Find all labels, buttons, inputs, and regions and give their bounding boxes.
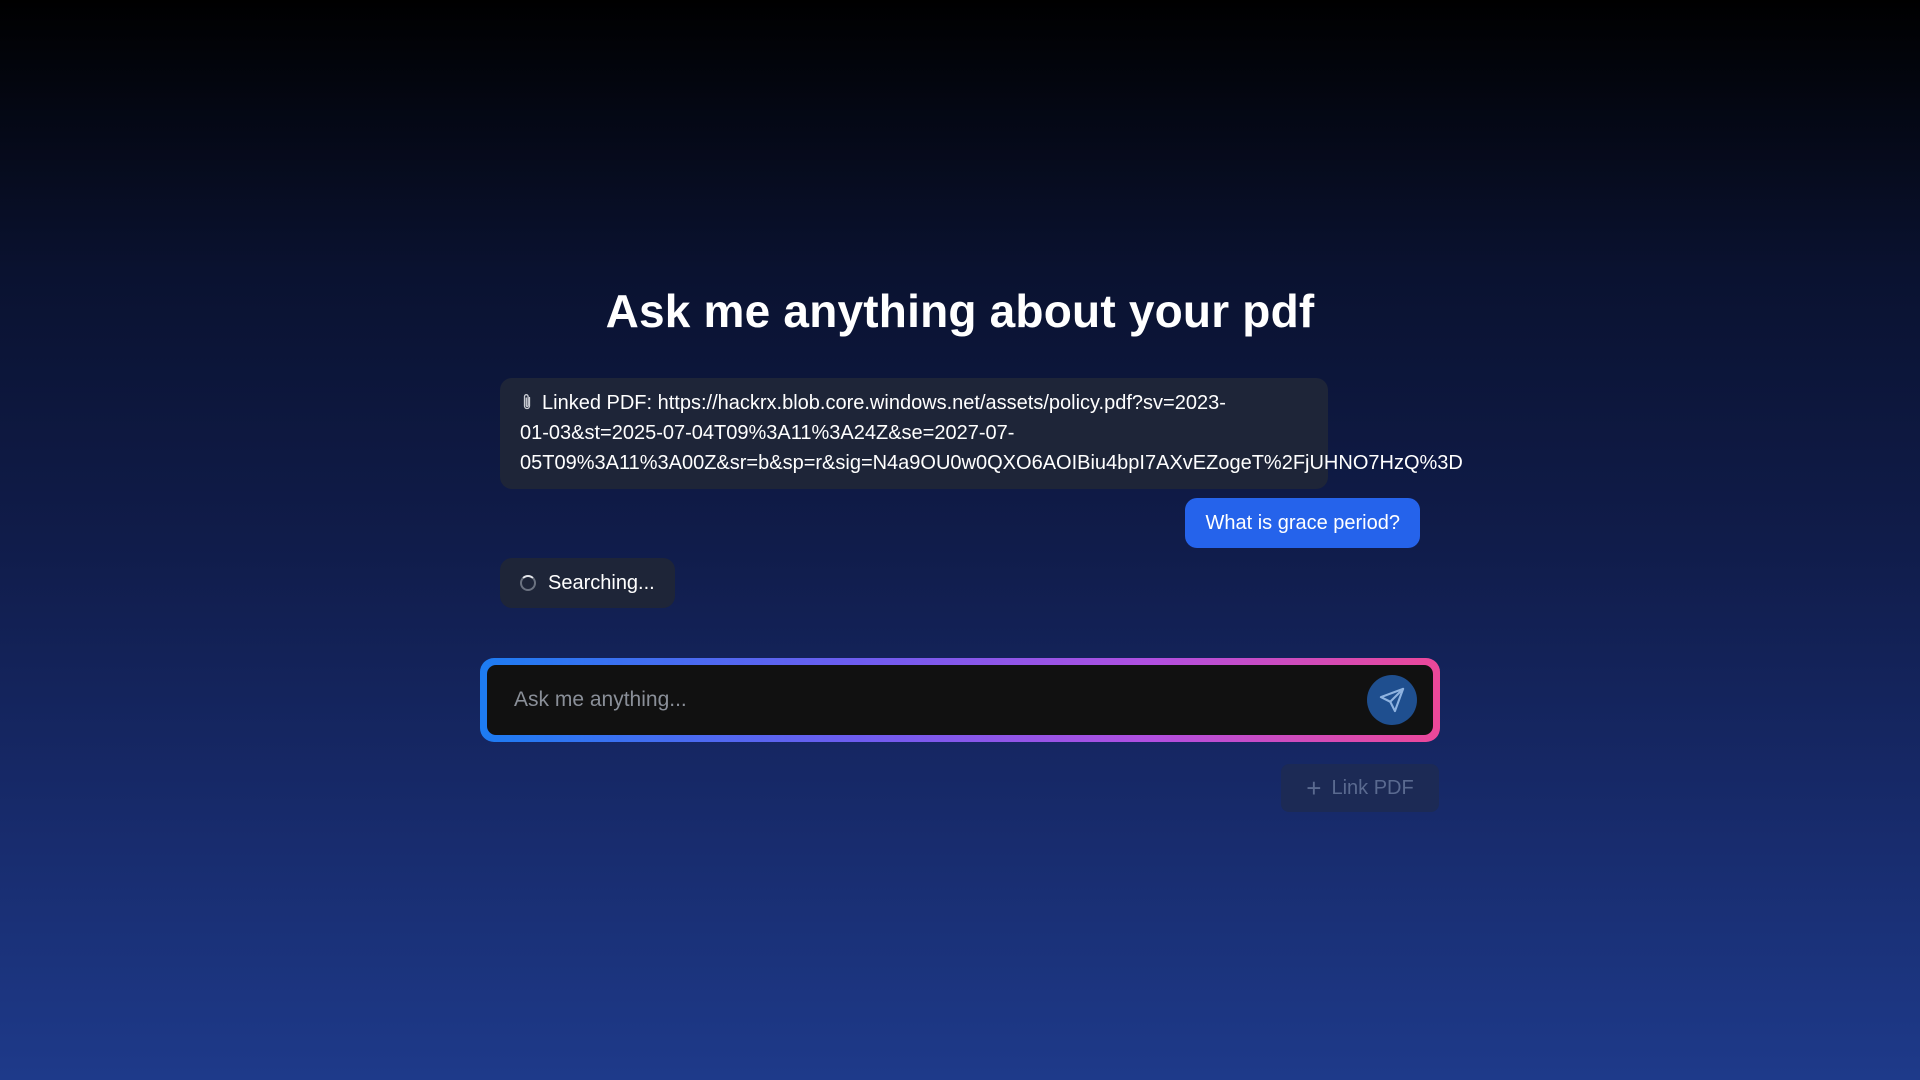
spinner-icon <box>520 575 536 591</box>
paperclip-icon <box>523 394 531 410</box>
chat-input[interactable] <box>512 687 1367 713</box>
send-icon <box>1379 687 1405 713</box>
link-pdf-label: Link PDF <box>1331 776 1414 799</box>
plus-icon: + <box>1306 773 1322 803</box>
send-button[interactable] <box>1367 675 1417 725</box>
linked-pdf-line-2: 01-03&st=2025-07-04T09%3A11%3A24Z&se=202… <box>520 422 1015 444</box>
linked-pdf-line-1: Linked PDF: https://hackrx.blob.core.win… <box>542 392 1226 414</box>
link-pdf-button[interactable]: + Link PDF <box>1281 764 1439 812</box>
linked-pdf-message: Linked PDF: https://hackrx.blob.core.win… <box>500 378 1463 489</box>
user-message: What is grace period? <box>1185 498 1420 548</box>
searching-status: Searching... <box>500 558 675 608</box>
chat-input-container <box>480 658 1440 742</box>
searching-label: Searching... <box>548 571 655 594</box>
page-title: Ask me anything about your pdf <box>605 285 1315 337</box>
linked-pdf-line-3: 05T09%3A11%3A00Z&sr=b&sp=r&sig=N4a9OU0w0… <box>520 452 1463 474</box>
chat-input-inner <box>487 665 1433 735</box>
